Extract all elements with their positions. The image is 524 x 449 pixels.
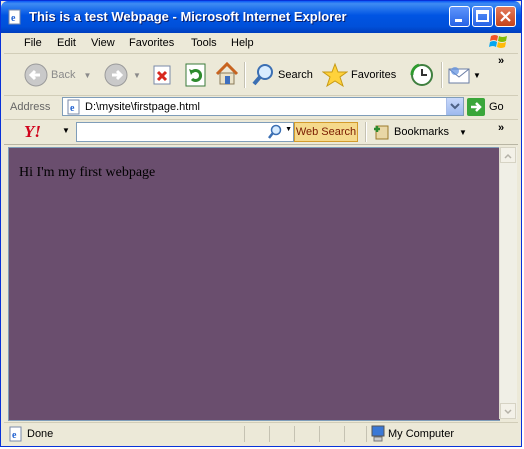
status-panel-divider (269, 426, 270, 442)
page-heading-text: Hi I'm my first webpage (19, 165, 156, 180)
page-content[interactable]: Hi I'm my first webpage (8, 147, 500, 421)
toolbar-separator (365, 122, 367, 142)
yahoo-toolbar: Y! ▼ ▼ Web Search Bookmarks ▼ » (4, 120, 518, 145)
menu-help[interactable]: Help (231, 37, 254, 49)
scroll-down-button[interactable] (500, 403, 516, 419)
search-label: Search (278, 69, 313, 81)
security-zone: My Computer (388, 428, 455, 440)
status-panel-divider (366, 426, 367, 442)
svg-text:e: e (12, 430, 17, 441)
chevron-up-icon (504, 153, 512, 159)
back-button[interactable]: Back ▼ (24, 62, 91, 88)
windows-logo-icon (489, 35, 507, 48)
yahoo-more-chevron[interactable]: » (498, 122, 504, 134)
address-url: D:\mysite\firstpage.html (85, 101, 200, 113)
toolbar-separator (244, 62, 246, 88)
yahoo-dropdown-icon[interactable]: ▼ (62, 126, 70, 135)
menu-edit[interactable]: Edit (57, 37, 76, 49)
search-magnifier-icon (268, 124, 282, 139)
yahoo-logo[interactable]: Y! (24, 122, 41, 142)
go-button[interactable]: Go (467, 98, 504, 116)
chevron-down-icon (504, 409, 512, 415)
vertical-scrollbar[interactable] (499, 147, 517, 419)
maximize-button[interactable] (472, 6, 493, 27)
status-text: Done (27, 428, 54, 440)
scroll-up-button[interactable] (500, 147, 516, 163)
ie-page-icon: e (8, 9, 21, 25)
my-computer-icon (371, 425, 385, 442)
go-label: Go (489, 101, 504, 113)
bookmark-plus-icon (374, 125, 389, 140)
status-panel-divider (344, 426, 345, 442)
back-dropdown-icon[interactable]: ▼ (83, 71, 91, 80)
refresh-icon[interactable] (184, 62, 208, 88)
mail-envelope-icon (448, 67, 470, 84)
address-input[interactable]: e D:\mysite\firstpage.html (62, 97, 464, 116)
home-icon[interactable] (214, 61, 240, 87)
svg-text:e: e (11, 13, 16, 24)
close-icon (500, 11, 511, 22)
background-tile-pattern (9, 148, 500, 420)
close-button[interactable] (495, 6, 516, 27)
minimize-button[interactable] (449, 6, 470, 27)
favorites-star-icon (322, 62, 348, 88)
status-bar: e Done My Computer (4, 422, 518, 445)
stop-icon[interactable] (152, 64, 174, 86)
menu-bar: File Edit View Favorites Tools Help (4, 33, 518, 54)
page-icon: e (67, 99, 80, 115)
web-search-button[interactable]: Web Search (294, 122, 358, 142)
yahoo-search-input[interactable]: ▼ (76, 122, 294, 142)
search-dropdown-icon[interactable]: ▼ (285, 126, 292, 133)
search-magnifier-icon (252, 64, 273, 86)
mail-button[interactable]: ▼ (447, 62, 481, 88)
menu-view[interactable]: View (91, 37, 115, 49)
status-panel-divider (319, 426, 320, 442)
status-panel-divider (294, 426, 295, 442)
ie-window: e This is a test Webpage - Microsoft Int… (0, 0, 522, 447)
forward-dropdown-icon[interactable]: ▼ (133, 71, 141, 80)
address-label: Address (10, 101, 51, 113)
page-done-icon: e (9, 426, 22, 442)
chevron-down-icon (450, 103, 460, 110)
address-bar: Address e D:\mysite\firstpage.html Go (4, 96, 518, 120)
history-icon[interactable] (409, 62, 435, 88)
favorites-button[interactable]: Favorites (322, 62, 396, 88)
menu-file[interactable]: File (24, 37, 42, 49)
bookmarks-label: Bookmarks (394, 126, 450, 138)
minimize-icon (455, 19, 462, 22)
forward-button[interactable]: ▼ (104, 62, 141, 88)
bookmarks-dropdown-icon: ▼ (459, 127, 467, 137)
svg-text:e: e (70, 103, 75, 114)
bookmarks-button[interactable]: Bookmarks ▼ (372, 124, 467, 140)
search-button[interactable]: Search (251, 62, 313, 88)
mail-dropdown-icon[interactable]: ▼ (473, 71, 481, 80)
go-arrow-icon (467, 98, 485, 116)
back-arrow-icon (24, 63, 48, 87)
menu-favorites[interactable]: Favorites (129, 37, 174, 49)
maximize-icon (476, 10, 489, 22)
standard-toolbar: Back ▼ ▼ Search Favorites ▼ » (4, 55, 518, 96)
forward-arrow-icon (104, 63, 128, 87)
back-label: Back (51, 69, 76, 81)
favorites-label: Favorites (351, 69, 397, 81)
window-title: This is a test Webpage - Microsoft Inter… (29, 9, 347, 24)
menu-tools[interactable]: Tools (191, 37, 217, 49)
toolbar-separator (441, 62, 443, 88)
address-dropdown-button[interactable] (446, 98, 463, 115)
title-bar[interactable]: e This is a test Webpage - Microsoft Int… (1, 1, 521, 33)
status-panel-divider (244, 426, 245, 442)
toolbar-more-chevron[interactable]: » (498, 55, 504, 67)
